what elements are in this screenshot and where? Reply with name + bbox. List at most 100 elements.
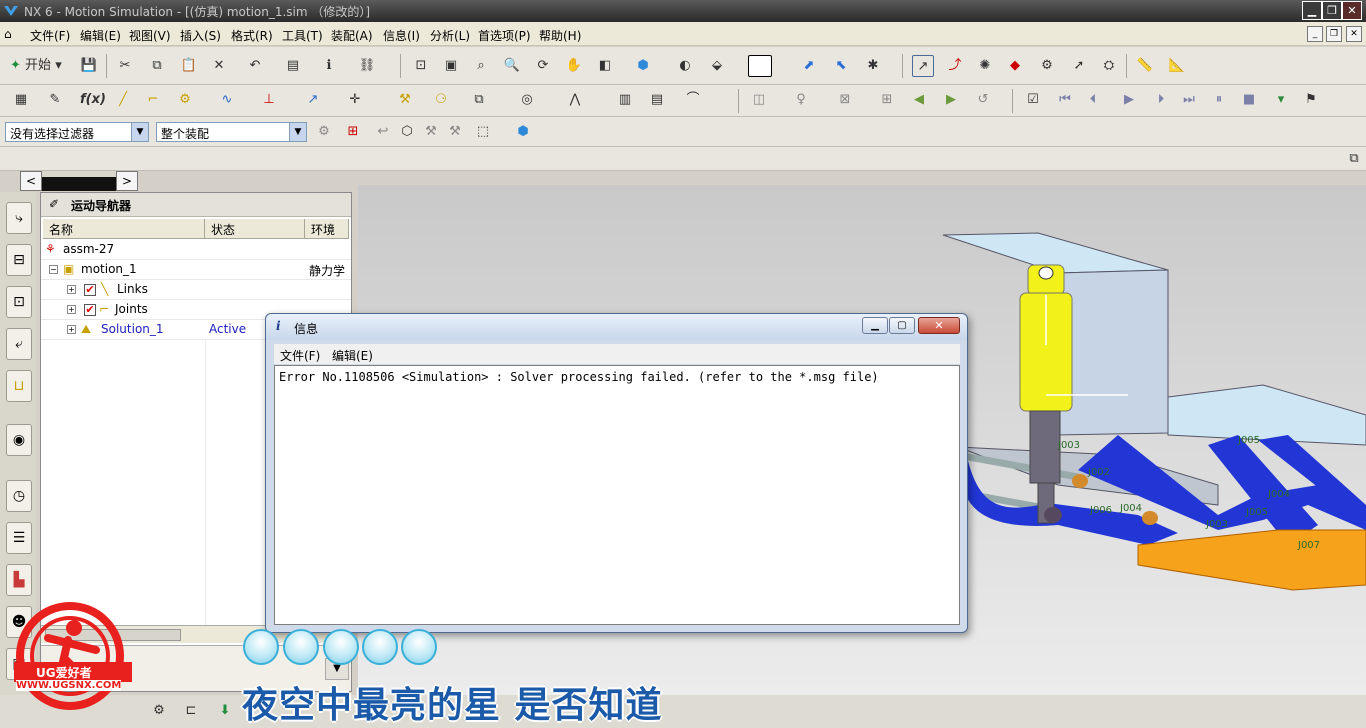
marker-icon[interactable]: ◆ [1004, 55, 1026, 77]
menu-insert[interactable]: 插入(S) [180, 27, 221, 44]
assembly-navigator-icon[interactable]: ⤷ [6, 202, 32, 234]
finish-flag-icon[interactable]: ⚑ [1300, 89, 1322, 111]
doc-close-button[interactable]: ✕ [1346, 26, 1362, 42]
wcs-icon[interactable]: ⬉ [830, 55, 852, 77]
next-frame-icon[interactable]: ⏵ [1150, 89, 1172, 111]
doc-minimize-button[interactable]: _ [1307, 26, 1323, 42]
environment-icon[interactable]: ▦ [10, 89, 32, 111]
loop-icon[interactable]: ▾ [1270, 89, 1292, 111]
rectangle-select-icon[interactable]: ⬚ [472, 121, 494, 143]
spring-icon[interactable]: ∿ [216, 89, 238, 111]
joint-icon[interactable]: ⌐ [142, 89, 164, 111]
expand-icon[interactable]: + [67, 305, 76, 314]
interference-icon[interactable]: ⧉ [468, 89, 490, 111]
measure-motion-icon[interactable]: ◎ [516, 89, 538, 111]
copy-icon[interactable]: ⧉ [146, 55, 168, 77]
fast-forward-icon[interactable]: ⏭ [1178, 89, 1200, 111]
selection-filter-select[interactable]: 没有选择过滤器 ▼ [5, 122, 149, 142]
properties-icon[interactable]: ▤ [282, 55, 304, 77]
snap-icon[interactable]: ✱ [862, 55, 884, 77]
connector-icon[interactable]: ⚙ [1036, 55, 1058, 77]
expand-icon[interactable]: + [67, 325, 76, 334]
save-icon[interactable]: 💾 [78, 55, 100, 77]
constraint-icon[interactable]: ⚒ [394, 89, 416, 111]
pause-icon[interactable]: ⏸ [1208, 89, 1230, 111]
undo-icon[interactable]: ↶ [244, 55, 266, 77]
marker-point-icon[interactable]: ✛ [344, 89, 366, 111]
stop-icon[interactable]: ■ [1238, 89, 1260, 111]
dialog-menu-edit[interactable]: 编辑(E) [332, 347, 373, 364]
rotate-icon[interactable]: ⟳ [532, 55, 554, 77]
cut-icon[interactable]: ✂ [114, 55, 136, 77]
damper-icon[interactable]: ⊥ [258, 89, 280, 111]
motion-navigator-icon[interactable]: ⤶ [6, 328, 32, 360]
play-icon[interactable]: ▶ [1118, 89, 1140, 111]
column-header-name[interactable]: 名称 [43, 219, 205, 239]
minimize-button[interactable]: ▁ [1302, 1, 1322, 20]
zoom-window-icon[interactable]: ▣ [440, 55, 462, 77]
pointer-icon[interactable]: ➚ [1068, 55, 1090, 77]
selection-scope-select[interactable]: 整个装配 ▼ [156, 122, 307, 142]
menu-assembly[interactable]: 装配(A) [331, 27, 373, 44]
dialog-menu-file[interactable]: 文件(F) [280, 347, 320, 364]
results-icon[interactable]: ⌒ [682, 89, 704, 111]
animation-icon[interactable]: ◫ [748, 89, 770, 111]
contact-icon[interactable]: ⚆ [430, 89, 452, 111]
zoom-icon[interactable]: ⌕ [470, 55, 492, 77]
perspective-icon[interactable]: ◧ [594, 55, 616, 77]
rewind-icon[interactable]: ⏮ [1054, 89, 1076, 111]
checkbox-checked-icon[interactable]: ✔ [84, 284, 96, 296]
pin-icon[interactable]: ✐ [49, 197, 59, 211]
web-browser-icon[interactable]: ◉ [6, 424, 32, 456]
function-icon[interactable]: f(x) [80, 89, 106, 111]
reuse-library-icon[interactable]: ⊔ [6, 370, 32, 402]
background-color-icon[interactable] [748, 55, 772, 77]
menu-format[interactable]: 格式(R) [231, 27, 273, 44]
table-icon[interactable]: ⊞ [876, 89, 898, 111]
link-icon[interactable]: ╱ [112, 89, 134, 111]
checklist-icon[interactable]: ☑ [1022, 89, 1044, 111]
fit-icon[interactable]: ⊡ [410, 55, 432, 77]
step-forward-icon[interactable]: ▶ [940, 89, 962, 111]
render-style-icon[interactable]: ◐ [674, 55, 696, 77]
graph-icon[interactable]: ♀ [790, 89, 812, 111]
export-icon[interactable]: ⊠ [834, 89, 856, 111]
part-navigator-icon[interactable]: ⊡ [6, 286, 32, 318]
step-back-icon[interactable]: ◀ [908, 89, 930, 111]
paste-icon[interactable]: 📋 [178, 55, 200, 77]
menu-information[interactable]: 信息(I) [383, 27, 420, 44]
restore-button[interactable]: ❐ [1322, 1, 1342, 20]
constraint-navigator-icon[interactable]: ⊟ [6, 244, 32, 276]
system-materials-icon[interactable]: ☰ [6, 522, 32, 554]
force-icon[interactable]: ↗ [302, 89, 324, 111]
dialog-close-button[interactable]: ✕ [918, 317, 960, 334]
view-tool-icon[interactable]: ⛓ [356, 55, 378, 77]
select-icon[interactable]: ↗ [912, 55, 934, 77]
expand-icon[interactable]: + [67, 285, 76, 294]
view-cube-icon[interactable]: ⬢ [512, 121, 534, 143]
edge-select-icon[interactable]: ⚒ [420, 121, 442, 143]
tree-row[interactable]: − ▣ motion_1 静力学 [41, 260, 351, 280]
general-selection-icon[interactable]: ⚙ [313, 121, 335, 143]
menu-edit[interactable]: 编辑(E) [80, 27, 121, 44]
tree-row[interactable]: ⚘ assm-27 [41, 240, 351, 260]
menu-file[interactable]: 文件(F) [30, 27, 70, 44]
orient-view-icon[interactable]: ⬈ [798, 55, 820, 77]
column-header-status[interactable]: 状态 [205, 219, 305, 239]
redo-icon[interactable]: ↩ [372, 121, 394, 143]
menu-tools[interactable]: 工具(T) [282, 27, 323, 44]
chevron-left-icon[interactable]: < [20, 171, 42, 191]
fullscreen-icon[interactable]: ⧉ [1345, 148, 1363, 166]
previous-frame-icon[interactable]: ⏴ [1082, 89, 1104, 111]
tool-icon[interactable]: ⛭ [1098, 55, 1120, 77]
angle-icon[interactable]: 📐 [1166, 55, 1188, 77]
dialog-maximize-button[interactable]: ▢ [889, 317, 915, 334]
solution-icon[interactable]: ▥ [614, 89, 636, 111]
snap-point-icon[interactable]: ⊞ [342, 121, 364, 143]
section-icon[interactable]: ⬙ [706, 55, 728, 77]
start-button[interactable]: ✦ 开始 ▾ [8, 55, 70, 77]
zoom-in-icon[interactable]: 🔍 [501, 55, 523, 77]
checkbox-checked-icon[interactable]: ✔ [84, 304, 96, 316]
chevron-right-icon[interactable]: > [116, 171, 138, 191]
app-menu-icon[interactable]: ⌂ [4, 27, 12, 41]
